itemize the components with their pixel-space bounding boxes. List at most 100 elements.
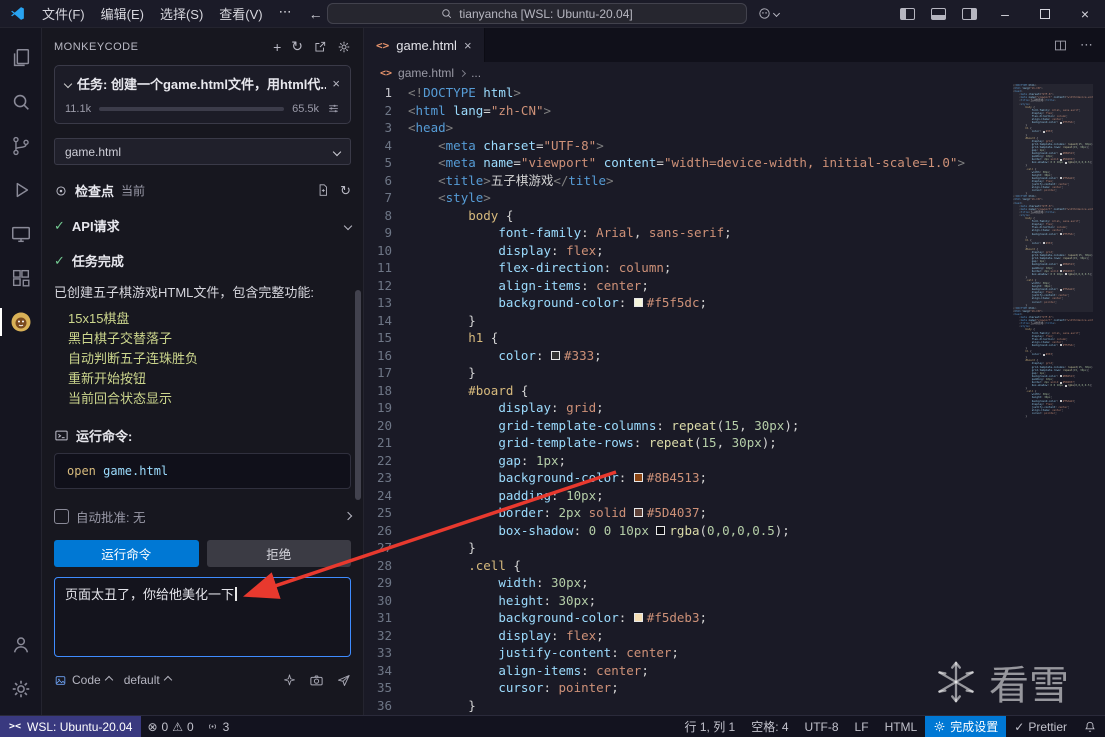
chevron-right-icon[interactable] <box>344 512 352 520</box>
color-swatch[interactable] <box>1060 375 1062 377</box>
code-line[interactable]: 5 <meta name="viewport" content="width=d… <box>364 154 1105 172</box>
formatter-indicator[interactable]: ✓ Prettier <box>1006 716 1075 737</box>
code-line[interactable]: 20 grid-template-columns: repeat(15, 30p… <box>364 417 1105 435</box>
color-swatch[interactable] <box>634 613 643 622</box>
code-line[interactable]: 30 height: 30px; <box>364 592 1105 610</box>
editor-more-icon[interactable]: ⋯ <box>1080 37 1093 53</box>
explorer-icon[interactable] <box>0 36 42 80</box>
problems-indicator[interactable]: ⊗ 0 ⚠ 0 <box>141 716 199 737</box>
color-swatch[interactable] <box>1043 354 1045 356</box>
code-line[interactable]: 23 background-color: #8B4513; <box>364 469 1105 487</box>
code-line[interactable]: 10 display: flex; <box>364 242 1105 260</box>
file-dropdown[interactable]: game.html <box>54 138 351 165</box>
code-line[interactable]: 11 flex-direction: column; <box>364 259 1105 277</box>
color-swatch[interactable] <box>1060 344 1062 346</box>
color-swatch[interactable] <box>551 351 560 360</box>
profile-dropdown[interactable]: default <box>124 673 171 687</box>
monkeycode-icon[interactable] <box>0 300 42 344</box>
notifications-bell-icon[interactable] <box>1075 716 1105 737</box>
chevron-down-icon[interactable] <box>344 221 352 229</box>
code-line[interactable]: 29 width: 30px; <box>364 574 1105 592</box>
menu-item[interactable]: 选择(S) <box>152 1 211 26</box>
toggle-sidebar-icon[interactable] <box>900 8 915 20</box>
code-line[interactable]: 8 body { <box>364 207 1105 225</box>
indentation[interactable]: 空格: 4 <box>743 716 796 737</box>
code-area[interactable]: 1<!DOCTYPE html>2<html lang="zh-CN">3<he… <box>364 84 1105 715</box>
code-line[interactable]: 4 <meta charset="UTF-8"> <box>364 137 1105 155</box>
collapse-task-icon[interactable] <box>64 79 72 87</box>
code-line[interactable]: 31 background-color: #f5deb3; <box>364 609 1105 627</box>
restore-icon[interactable]: ↻ <box>340 183 351 199</box>
auto-approve-checkbox[interactable] <box>54 509 69 524</box>
remote-explorer-icon[interactable] <box>0 212 42 256</box>
code-line[interactable]: 17 } <box>364 364 1105 382</box>
diff-icon[interactable] <box>316 183 330 199</box>
breadcrumb-more[interactable]: ... <box>471 66 481 80</box>
code-line[interactable]: 9 font-family: Arial, sans-serif; <box>364 224 1105 242</box>
code-line[interactable]: 6 <title>五子棋游戏</title> <box>364 172 1105 190</box>
minimap-slider[interactable] <box>1013 84 1093 312</box>
code-line[interactable]: 3<head> <box>364 119 1105 137</box>
code-line[interactable]: 35 cursor: pointer; <box>364 679 1105 697</box>
prompt-input[interactable]: 页面太丑了，你给他美化一下 <box>54 577 351 657</box>
history-icon[interactable]: ↻ <box>291 38 303 55</box>
code-line[interactable]: 15 h1 { <box>364 329 1105 347</box>
encoding[interactable]: UTF-8 <box>797 716 847 737</box>
enhance-prompt-icon[interactable] <box>282 673 297 688</box>
color-swatch[interactable] <box>1060 400 1062 402</box>
menu-item[interactable]: 编辑(E) <box>93 1 152 26</box>
tab-game-html[interactable]: <> game.html × <box>364 28 485 62</box>
screenshot-icon[interactable] <box>309 673 324 688</box>
code-line[interactable]: 32 display: flex; <box>364 627 1105 645</box>
code-line[interactable]: 2<html lang="zh-CN"> <box>364 102 1105 120</box>
remote-indicator[interactable]: >< WSL: Ubuntu-20.04 <box>0 716 141 737</box>
toggle-secondary-sidebar-icon[interactable] <box>962 8 977 20</box>
send-icon[interactable] <box>336 673 351 688</box>
color-swatch[interactable] <box>634 473 643 482</box>
minimap[interactable]: <!DOCTYPE html><html lang="zh-CN"><head>… <box>1013 84 1093 715</box>
eol[interactable]: LF <box>847 716 877 737</box>
code-line[interactable]: 22 gap: 1px; <box>364 452 1105 470</box>
code-line[interactable]: 1<!DOCTYPE html> <box>364 84 1105 102</box>
search-sidebar-icon[interactable] <box>0 80 42 124</box>
sidebar-scrollbar[interactable] <box>355 290 361 500</box>
source-control-icon[interactable] <box>0 124 42 168</box>
toggle-panel-icon[interactable] <box>931 8 946 20</box>
menu-item[interactable]: 文件(F) <box>34 1 93 26</box>
settings-gear-icon[interactable] <box>0 667 42 711</box>
color-swatch[interactable] <box>634 298 643 307</box>
menu-item[interactable]: ⋯ <box>271 1 300 26</box>
menu-item[interactable]: 查看(V) <box>211 1 270 26</box>
code-line[interactable]: 13 background-color: #f5f5dc; <box>364 294 1105 312</box>
code-line[interactable]: 27 } <box>364 539 1105 557</box>
code-line[interactable]: 25 border: 2px solid #5D4037; <box>364 504 1105 522</box>
mode-dropdown[interactable]: Code <box>54 673 112 687</box>
code-line[interactable]: 28 .cell { <box>364 557 1105 575</box>
code-line[interactable]: 26 box-shadow: 0 0 10px rgba(0,0,0,0.5); <box>364 522 1105 540</box>
code-line[interactable]: 24 padding: 10px; <box>364 487 1105 505</box>
run-command-button[interactable]: 运行命令 <box>54 540 199 567</box>
reject-button[interactable]: 拒绝 <box>207 540 352 567</box>
maximize-button[interactable] <box>1025 0 1065 28</box>
close-window-button[interactable]: × <box>1065 0 1105 28</box>
account-icon[interactable] <box>0 623 42 667</box>
breadcrumb-file[interactable]: game.html <box>398 66 454 80</box>
minimize-button[interactable]: – <box>985 0 1025 28</box>
breadcrumb[interactable]: <> game.html ... <box>364 62 1105 84</box>
code-line[interactable]: 33 justify-content: center; <box>364 644 1105 662</box>
extensions-icon[interactable] <box>0 256 42 300</box>
close-task-icon[interactable]: × <box>332 76 340 91</box>
code-line[interactable]: 21 grid-template-rows: repeat(15, 30px); <box>364 434 1105 452</box>
nav-back-icon[interactable]: ← <box>302 6 330 22</box>
new-task-icon[interactable]: + <box>273 39 281 55</box>
code-line[interactable]: 36 } <box>364 697 1105 715</box>
run-debug-icon[interactable] <box>0 168 42 212</box>
code-line[interactable]: 18 #board { <box>364 382 1105 400</box>
code-line[interactable]: 34 align-items: center; <box>364 662 1105 680</box>
color-swatch[interactable] <box>656 526 665 535</box>
color-swatch[interactable] <box>1065 385 1067 387</box>
copilot-icon[interactable] <box>757 6 779 21</box>
split-editor-icon[interactable] <box>1053 38 1068 53</box>
code-line[interactable]: 14 } <box>364 312 1105 330</box>
finish-setup-button[interactable]: 完成设置 <box>925 716 1006 737</box>
